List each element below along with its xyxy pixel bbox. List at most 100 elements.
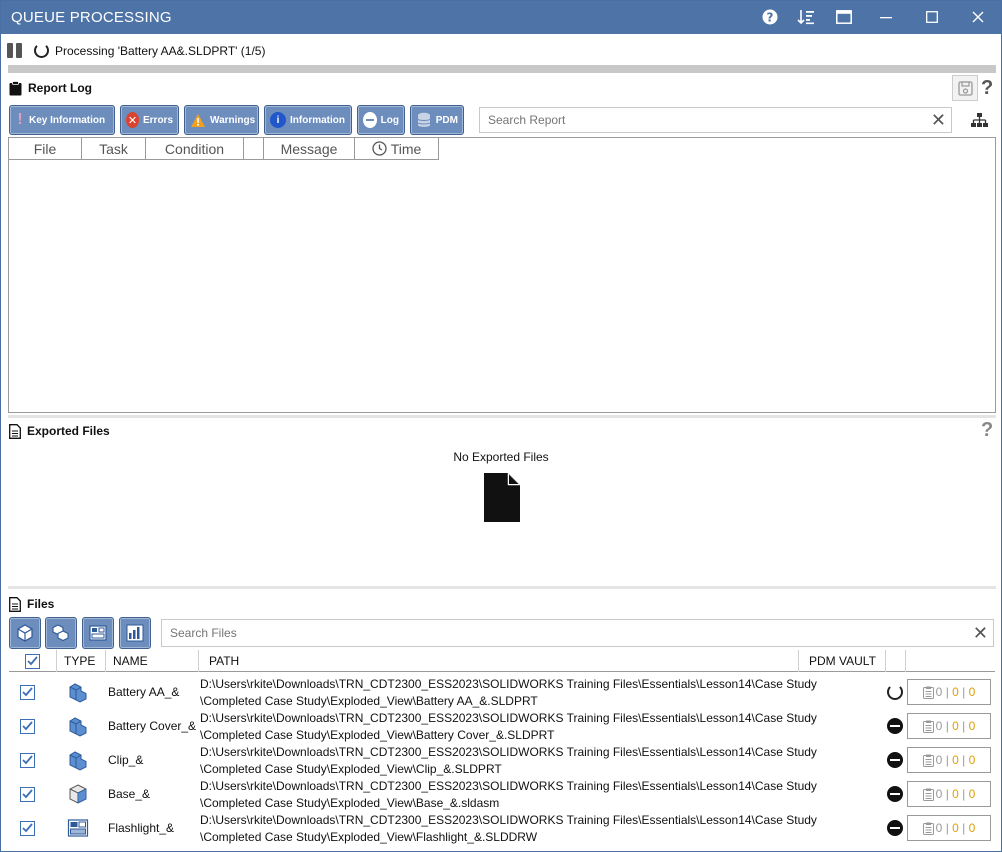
result-counts[interactable]: 0 | 0 | 0 xyxy=(907,815,991,841)
close-button[interactable] xyxy=(964,5,992,31)
count-info: 0 xyxy=(935,753,943,767)
clear-search-files-icon[interactable]: ✕ xyxy=(973,624,988,642)
filter-warnings[interactable]: Warnings xyxy=(184,105,259,135)
document-icon xyxy=(9,423,21,439)
assembly-icon xyxy=(52,624,69,642)
file-path-line: \Completed Case Study\Exploded_View\Flas… xyxy=(200,830,538,844)
maximize-button[interactable] xyxy=(918,5,946,31)
minimize-icon xyxy=(880,11,892,26)
col-condition[interactable]: Condition xyxy=(146,138,244,160)
pause-icon[interactable] xyxy=(7,43,25,59)
report-grid-header: File Task Condition Message Time xyxy=(9,138,439,160)
col-path[interactable]: PATH xyxy=(199,650,799,672)
row-checkbox[interactable] xyxy=(20,684,35,700)
filter-information[interactable]: i Information xyxy=(264,105,352,135)
queue-processing-window: QUEUE PROCESSING ? Processing 'Battery A… xyxy=(0,0,1002,852)
minimize-button[interactable] xyxy=(872,5,900,31)
close-icon xyxy=(972,11,984,26)
report-log-title: Report Log xyxy=(28,81,92,95)
search-report-input[interactable] xyxy=(480,108,951,132)
clipboard-icon xyxy=(922,754,934,767)
error-icon: ✕ xyxy=(126,112,139,128)
part-icon xyxy=(67,743,89,777)
select-all-checkbox[interactable] xyxy=(25,653,40,669)
progress-bar xyxy=(8,65,996,73)
processing-text: Processing 'Battery AA&.SLDPRT' (1/5) xyxy=(55,44,266,58)
col-status[interactable] xyxy=(886,650,906,672)
drawing-icon xyxy=(89,625,107,641)
col-blank[interactable] xyxy=(244,138,264,160)
file-path-line: \Completed Case Study\Exploded_View\Clip… xyxy=(200,762,502,776)
col-name[interactable]: NAME xyxy=(106,650,199,672)
warning-icon xyxy=(190,112,206,128)
count-warnings: 0 xyxy=(952,753,959,767)
table-row[interactable]: Flashlight_& D:\Users\rkite\Downloads\TR… xyxy=(9,811,995,845)
row-checkbox[interactable] xyxy=(20,820,35,836)
clipboard-icon xyxy=(922,788,934,801)
file-name: Clip_& xyxy=(108,753,144,767)
sort-icon xyxy=(797,8,815,29)
assembly-icon xyxy=(67,777,89,811)
count-info: 0 xyxy=(935,685,943,699)
table-row[interactable]: Clip_& D:\Users\rkite\Downloads\TRN_CDT2… xyxy=(9,743,995,777)
add-assembly-button[interactable] xyxy=(45,617,77,649)
exported-help-icon[interactable]: ? xyxy=(981,419,993,442)
file-path-line: D:\Users\rkite\Downloads\TRN_CDT2300_ESS… xyxy=(200,711,817,725)
spinner-icon xyxy=(34,43,49,58)
row-checkbox[interactable] xyxy=(20,718,35,734)
files-title: Files xyxy=(27,597,55,611)
add-part-button[interactable] xyxy=(9,617,41,649)
processing-status: Processing 'Battery AA&.SLDPRT' (1/5) xyxy=(7,41,987,61)
filter-errors[interactable]: ✕ Errors xyxy=(120,105,179,135)
col-file[interactable]: File xyxy=(9,138,82,160)
hierarchy-view-button[interactable] xyxy=(967,109,991,131)
col-pdm-vault[interactable]: PDM VAULT xyxy=(799,650,886,672)
filter-pdm[interactable]: PDM xyxy=(410,105,464,135)
col-time: Time xyxy=(390,140,422,157)
col-task[interactable]: Task xyxy=(82,138,146,160)
section-divider[interactable] xyxy=(8,586,996,589)
count-warnings: 0 xyxy=(952,685,959,699)
result-counts[interactable]: 0 | 0 | 0 xyxy=(907,679,991,705)
count-errors: 0 xyxy=(968,719,976,733)
empty-file-icon xyxy=(484,473,520,525)
file-path-line: \Completed Case Study\Exploded_View\Batt… xyxy=(200,728,555,742)
report-help-icon[interactable]: ? xyxy=(981,77,993,100)
save-report-button[interactable] xyxy=(952,75,978,101)
result-counts[interactable]: 0 | 0 | 0 xyxy=(907,713,991,739)
table-row[interactable]: Battery Cover_& D:\Users\rkite\Downloads… xyxy=(9,709,995,743)
pending-stop-icon xyxy=(887,820,903,836)
document-icon xyxy=(9,596,21,612)
exclamation-icon: ! xyxy=(17,111,23,128)
col-time-header[interactable]: Time xyxy=(355,138,439,160)
clipboard-icon xyxy=(922,720,934,733)
col-message[interactable]: Message xyxy=(264,138,355,160)
part-icon xyxy=(67,709,89,743)
window-panel-icon xyxy=(836,9,852,27)
search-files-input[interactable] xyxy=(162,620,993,646)
result-counts[interactable]: 0 | 0 | 0 xyxy=(907,781,991,807)
table-row[interactable]: Base_& D:\Users\rkite\Downloads\TRN_CDT2… xyxy=(9,777,995,811)
filter-key-information[interactable]: ! Key Information xyxy=(9,105,115,135)
exported-files-header: Exported Files xyxy=(9,422,110,440)
count-warnings: 0 xyxy=(952,821,959,835)
clear-search-report-icon[interactable]: ✕ xyxy=(931,111,946,129)
clipboard-icon xyxy=(922,686,934,699)
col-type[interactable]: TYPE xyxy=(57,650,106,672)
file-name: Battery AA_& xyxy=(108,685,180,699)
help-button[interactable]: ? xyxy=(756,5,784,31)
table-row[interactable]: Battery AA_& D:\Users\rkite\Downloads\TR… xyxy=(9,675,995,709)
sort-button[interactable] xyxy=(792,5,820,31)
file-name: Base_& xyxy=(108,787,151,801)
result-counts[interactable]: 0 | 0 | 0 xyxy=(907,747,991,773)
statistics-button[interactable] xyxy=(119,617,151,649)
dock-button[interactable] xyxy=(830,5,858,31)
row-checkbox[interactable] xyxy=(20,786,35,802)
section-divider[interactable] xyxy=(8,415,996,418)
log-icon xyxy=(363,112,377,128)
report-log-grid: File Task Condition Message Time xyxy=(8,137,996,413)
row-checkbox[interactable] xyxy=(20,752,35,768)
drawing-icon xyxy=(67,811,89,845)
add-drawing-button[interactable] xyxy=(82,617,114,649)
filter-log[interactable]: Log xyxy=(357,105,405,135)
